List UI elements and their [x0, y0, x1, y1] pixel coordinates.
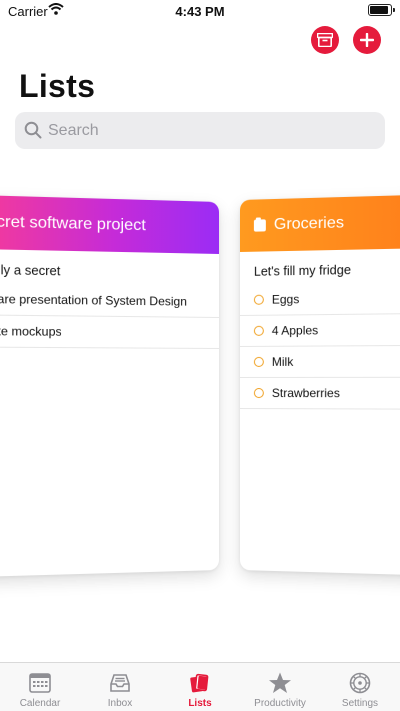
checkbox-circle-icon[interactable] — [253, 388, 264, 399]
search-icon — [24, 121, 42, 139]
tab-label: Productivity — [254, 698, 306, 709]
list-card-groceries[interactable]: Groceries Let's fill my fridge Eggs 4 Ap… — [240, 193, 400, 577]
tab-calendar[interactable]: Calendar — [0, 663, 80, 711]
page-title: Lists — [19, 68, 96, 104]
archive-icon — [317, 33, 333, 47]
tab-inbox[interactable]: Inbox — [80, 663, 160, 711]
item-label: Eggs — [271, 292, 300, 307]
search-bar[interactable]: Search — [15, 112, 385, 149]
star-icon — [269, 672, 291, 693]
checkbox-circle-icon[interactable] — [253, 356, 264, 367]
item-label: ate mockups — [0, 323, 62, 339]
checkbox-circle-icon[interactable] — [253, 325, 264, 336]
tab-productivity[interactable]: Productivity — [240, 663, 320, 711]
list-item[interactable]: ate mockups — [0, 315, 219, 349]
add-list-button[interactable] — [353, 26, 381, 54]
tab-label: Inbox — [107, 698, 133, 709]
item-label: Strawberries — [271, 386, 340, 401]
plus-icon — [360, 33, 374, 47]
item-label: 4 Apples — [271, 323, 319, 338]
gear-icon — [349, 672, 371, 694]
list-item[interactable]: Eggs — [240, 281, 400, 316]
battery-icon — [368, 4, 395, 16]
lists-icon — [190, 673, 209, 693]
list-card-secret-project[interactable]: ecret software project ally a secret par… — [0, 194, 219, 578]
list-item[interactable]: 4 Apples — [240, 313, 400, 347]
status-bar: Carrier 4:43 PM — [0, 0, 400, 22]
card-description: ally a secret — [0, 262, 61, 279]
card-title: ecret software project — [0, 212, 146, 235]
inbox-icon — [110, 674, 130, 692]
search-placeholder: Search — [48, 122, 99, 139]
item-label: pare presentation of System Design — [0, 291, 187, 309]
tab-label: Settings — [341, 698, 379, 709]
tab-bar: Calendar Inbox Lists Productivity Settin… — [0, 662, 400, 711]
archive-button[interactable] — [311, 26, 339, 54]
checkbox-circle-icon[interactable] — [253, 294, 264, 305]
list-item[interactable]: Milk — [240, 345, 400, 378]
tab-settings[interactable]: Settings — [320, 663, 400, 711]
card-header: Groceries — [240, 193, 400, 252]
folder-icon — [253, 219, 266, 232]
list-item[interactable]: pare presentation of System Design — [0, 282, 219, 318]
card-description: Let's fill my fridge — [253, 262, 351, 279]
item-label: Milk — [271, 354, 294, 369]
tab-lists[interactable]: Lists — [160, 663, 240, 711]
tab-label: Calendar — [19, 698, 61, 709]
calendar-icon — [29, 673, 51, 693]
list-item[interactable]: Strawberries — [240, 377, 400, 410]
clock: 4:43 PM — [175, 4, 225, 19]
card-header: ecret software project — [0, 194, 219, 254]
card-title: Groceries — [273, 214, 345, 234]
tab-label: Lists — [188, 698, 212, 709]
